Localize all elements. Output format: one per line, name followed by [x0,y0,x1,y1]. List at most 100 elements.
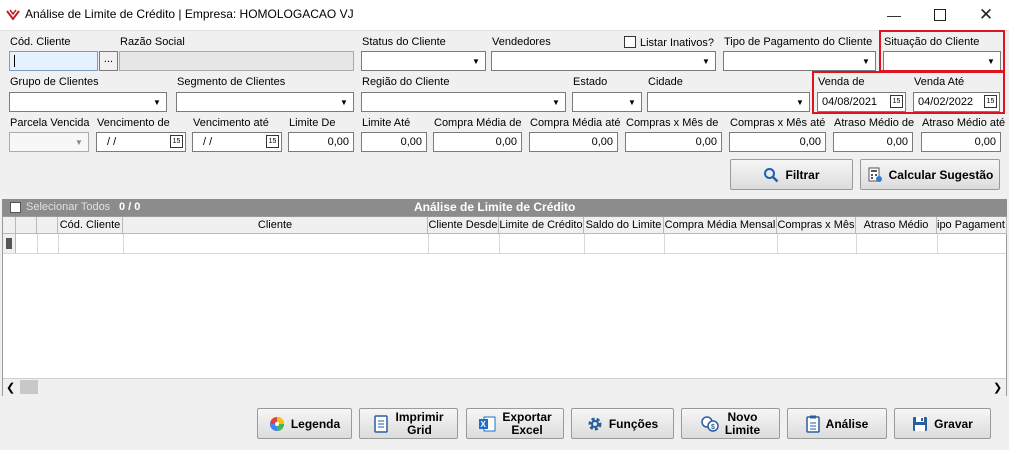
compra-media-ate-label: Compra Média até [530,117,621,129]
calcular-sugestao-button[interactable]: Calcular Sugestão [860,159,1000,190]
compras-mes-de-input[interactable]: 0,00 [625,132,722,152]
parcela-vencida-select[interactable]: ▼ [9,132,89,152]
grid-divider [584,234,585,253]
scroll-thumb[interactable] [20,380,38,394]
gravar-label: Gravar [934,416,973,431]
chevron-down-icon: ▼ [628,97,636,107]
vencimento-de-label: Vencimento de [97,117,170,129]
minimize-button[interactable]: — [871,0,917,30]
select-column-header [16,217,37,234]
document-icon [373,414,389,433]
app-logo-icon [6,9,20,21]
tipo-pagamento-select[interactable]: ▼ [723,51,876,71]
chevron-down-icon: ▼ [340,97,348,107]
grid-divider [37,234,38,253]
cod-cliente-label: Cód. Cliente [10,36,71,48]
calendar-icon[interactable]: 15 [170,135,183,148]
compras-mes-ate-label: Compras x Mês até [730,117,826,129]
grupo-clientes-select[interactable]: ▼ [9,92,167,112]
estado-label: Estado [573,76,608,88]
column-header-cliente-desde[interactable]: Cliente Desde [428,217,499,234]
svg-text:X: X [481,420,487,429]
grid-divider [777,234,778,253]
legenda-button[interactable]: Legenda [257,408,352,439]
scroll-right-icon[interactable]: ❯ [993,381,1002,394]
cod-cliente-input[interactable] [9,51,98,71]
gear-icon [587,416,603,432]
chevron-down-icon: ▼ [862,56,870,66]
vendedores-select[interactable]: ▼ [491,51,716,71]
segmento-clientes-select[interactable]: ▼ [176,92,354,112]
highlight-box-venda [812,71,1005,114]
analise-label: Análise [825,416,869,431]
novo-limite-button[interactable]: $ Novo Limite [681,408,780,439]
grid-divider [499,234,500,253]
atraso-medio-ate-input[interactable]: 0,00 [921,132,1001,152]
limite-de-input[interactable]: 0,00 [288,132,354,152]
grid-divider [123,234,124,253]
clipboard-icon [805,415,820,433]
coins-icon: $ [701,415,719,432]
compra-media-de-input[interactable]: 0,00 [433,132,522,152]
vencimento-de-value: / / [107,136,117,148]
limite-ate-input[interactable]: 0,00 [361,132,427,152]
status-cliente-select[interactable]: ▼ [361,51,486,71]
compras-mes-ate-input[interactable]: 0,00 [729,132,826,152]
search-icon [763,167,779,183]
select-all-label: Selecionar Todos [26,201,111,213]
column-header-tipo-pagamento[interactable]: ipo Pagament [937,217,1007,234]
grid-divider [428,234,429,253]
limite-de-label: Limite De [289,117,336,129]
selection-count: 0 / 0 [119,201,141,213]
title-bar: Análise de Limite de Crédito | Empresa: … [0,0,1009,31]
calcular-sugestao-label: Calcular Sugestão [888,167,994,182]
compra-media-ate-input[interactable]: 0,00 [529,132,618,152]
select-all-checkbox[interactable] [10,202,21,213]
atraso-medio-de-input[interactable]: 0,00 [833,132,913,152]
row-indicator [3,234,16,253]
column-header-compras-mes[interactable]: Compras x Mês [777,217,856,234]
close-icon: ✕ [978,5,994,24]
maximize-button[interactable] [917,0,963,30]
atraso-medio-de-label: Atraso Médio de [834,117,915,129]
column-header-atraso-medio[interactable]: Atraso Médio [856,217,937,234]
exportar-excel-button[interactable]: X Exportar Excel [466,408,564,439]
grid-header-bar: Selecionar Todos 0 / 0 Análise de Limite… [2,199,1007,216]
highlight-box-situacao [879,30,1005,72]
analise-button[interactable]: Análise [787,408,887,439]
horizontal-scrollbar[interactable]: ❮ ❯ [3,378,1006,396]
grid-divider [856,234,857,253]
table-row[interactable] [3,234,1006,254]
cidade-label: Cidade [648,76,683,88]
column-header-compra-media-mensal[interactable]: Compra Média Mensal [664,217,777,234]
column-header-cliente[interactable]: Cliente [123,217,428,234]
vencimento-ate-date[interactable]: / / 15 [192,132,282,152]
razao-social-label: Razão Social [120,36,185,48]
column-header-saldo-limite[interactable]: Saldo do Limite [584,217,664,234]
close-button[interactable]: ✕ [963,0,1009,30]
cidade-select[interactable]: ▼ [647,92,810,112]
regiao-cliente-select[interactable]: ▼ [361,92,566,112]
chevron-down-icon: ▼ [552,97,560,107]
filtrar-button[interactable]: Filtrar [730,159,853,190]
color-wheel-icon [269,416,285,432]
status-cliente-label: Status do Cliente [362,36,446,48]
listar-inativos-checkbox[interactable] [624,36,636,48]
search-cliente-button[interactable]: ... [99,51,118,71]
column-header-limite-credito[interactable]: Limite de Crédito [499,217,584,234]
funcoes-button[interactable]: Funções [571,408,674,439]
imprimir-grid-button[interactable]: Imprimir Grid [359,408,458,439]
data-grid[interactable]: Cód. Cliente Cliente Cliente Desde Limit… [2,216,1007,396]
limite-ate-label: Limite Até [362,117,411,129]
parcela-vencida-label: Parcela Vencida [10,117,90,129]
estado-select[interactable]: ▼ [572,92,642,112]
excel-icon: X [478,416,496,432]
exportar-excel-label: Exportar Excel [502,409,552,437]
vencimento-de-date[interactable]: / / 15 [96,132,186,152]
column-header-cod-cliente[interactable]: Cód. Cliente [58,217,123,234]
grid-divider [664,234,665,253]
scroll-left-icon[interactable]: ❮ [6,381,15,394]
legenda-label: Legenda [290,416,341,431]
calendar-icon[interactable]: 15 [266,135,279,148]
gravar-button[interactable]: Gravar [894,408,991,439]
